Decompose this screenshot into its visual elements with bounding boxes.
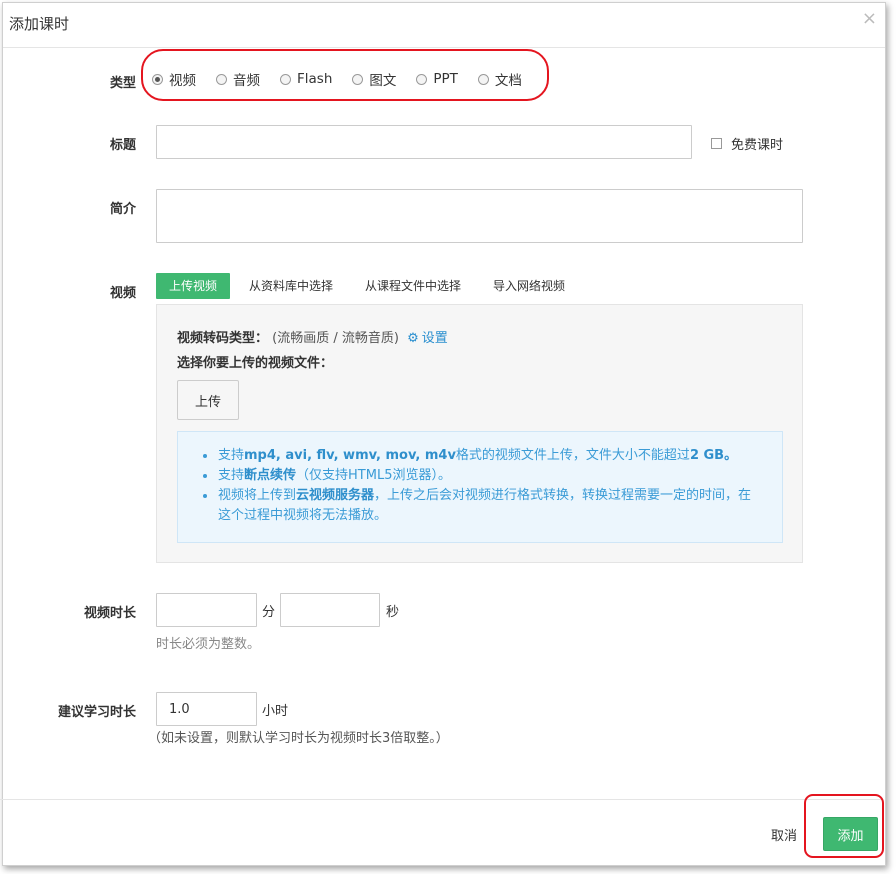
choose-file-label: 选择你要上传的视频文件： — [177, 356, 334, 371]
seconds-input[interactable] — [280, 593, 380, 627]
radio-icon[interactable] — [280, 73, 291, 85]
radio-icon[interactable] — [416, 73, 428, 85]
duration-label: 视频时长 — [83, 606, 136, 621]
radio-label: PPT — [433, 71, 458, 87]
free-lesson-checkbox[interactable]: 免费课时 — [711, 134, 783, 153]
radio-document[interactable]: 文档 — [477, 69, 522, 89]
minutes-input[interactable] — [156, 593, 257, 627]
study-time-hint: （如未设置，则默认学习时长为视频时长3倍取整。） — [148, 731, 449, 746]
free-lesson-label: 免费课时 — [731, 138, 784, 153]
checkbox-icon[interactable] — [711, 138, 722, 149]
minutes-unit: 分 — [262, 605, 276, 620]
radio-icon[interactable] — [216, 73, 227, 85]
close-icon[interactable]: × — [862, 10, 877, 28]
radio-checked-icon[interactable] — [152, 73, 163, 85]
radio-text[interactable]: 图文 — [352, 69, 396, 89]
dialog-header: 添加课时 × — [3, 3, 885, 48]
upload-info-box: 支持mp4, avi, flv, wmv, mov, m4v格式的视频文件上传，… — [177, 431, 783, 543]
video-source-tabs: 上传视频 从资料库中选择 从课程文件中选择 导入网络视频 — [156, 273, 584, 299]
radio-icon[interactable] — [477, 73, 489, 85]
transcode-value: (流畅画质 / 流畅音质) — [272, 331, 399, 346]
radio-icon[interactable] — [352, 73, 364, 85]
study-time-input[interactable]: 1.0 — [156, 692, 257, 726]
gear-icon[interactable]: ⚙ — [407, 331, 419, 346]
title-input[interactable] — [156, 125, 692, 159]
info-item-resume: 支持断点续传（仅支持HTML5浏览器）。 — [203, 466, 758, 486]
dialog-footer — [0, 799, 882, 863]
summary-textarea[interactable] — [156, 189, 803, 243]
radio-label: 文档 — [494, 73, 522, 89]
study-time-unit: 小时 — [262, 704, 289, 719]
seconds-unit: 秒 — [386, 605, 400, 620]
upload-button[interactable]: 上传 — [177, 380, 239, 420]
tab-import-web-video[interactable]: 导入网络视频 — [480, 273, 578, 299]
radio-label: 图文 — [369, 73, 397, 89]
summary-label: 简介 — [109, 202, 136, 217]
cancel-button[interactable]: 取消 — [771, 825, 797, 844]
radio-flash[interactable]: Flash — [280, 71, 332, 87]
radio-label: Flash — [297, 71, 333, 87]
radio-audio[interactable]: 音频 — [216, 69, 260, 89]
video-label: 视频 — [109, 286, 136, 301]
study-time-label: 建议学习时长 — [57, 705, 136, 720]
radio-label: 视频 — [169, 73, 196, 89]
dialog-title: 添加课时 — [9, 15, 70, 33]
title-label: 标题 — [109, 138, 136, 153]
tab-from-course-files[interactable]: 从课程文件中选择 — [352, 273, 474, 299]
radio-label: 音频 — [233, 73, 260, 89]
upload-panel: 视频转码类型： (流畅画质 / 流畅音质) ⚙ 设置 选择你要上传的视频文件： 上… — [156, 304, 803, 563]
radio-video[interactable]: 视频 — [152, 69, 196, 89]
transcode-label: 视频转码类型： — [177, 331, 269, 346]
settings-link[interactable]: 设置 — [422, 331, 448, 346]
radio-ppt[interactable]: PPT — [416, 71, 458, 87]
info-item-formats: 支持mp4, avi, flv, wmv, mov, m4v格式的视频文件上传，… — [203, 446, 758, 466]
tab-upload-video[interactable]: 上传视频 — [156, 273, 231, 299]
type-radio-group: 视频 音频 Flash 图文 PPT 文档 — [152, 68, 542, 90]
tab-from-library[interactable]: 从资料库中选择 — [236, 273, 346, 299]
duration-hint: 时长必须为整数。 — [156, 637, 261, 652]
transcode-line: 视频转码类型： (流畅画质 / 流畅音质) ⚙ 设置 — [177, 327, 448, 346]
info-item-cloud: 视频将上传到云视频服务器，上传之后会对视频进行格式转换，转换过程需要一定的时间，… — [203, 486, 758, 526]
type-label: 类型 — [109, 76, 136, 91]
add-button[interactable]: 添加 — [823, 817, 878, 851]
